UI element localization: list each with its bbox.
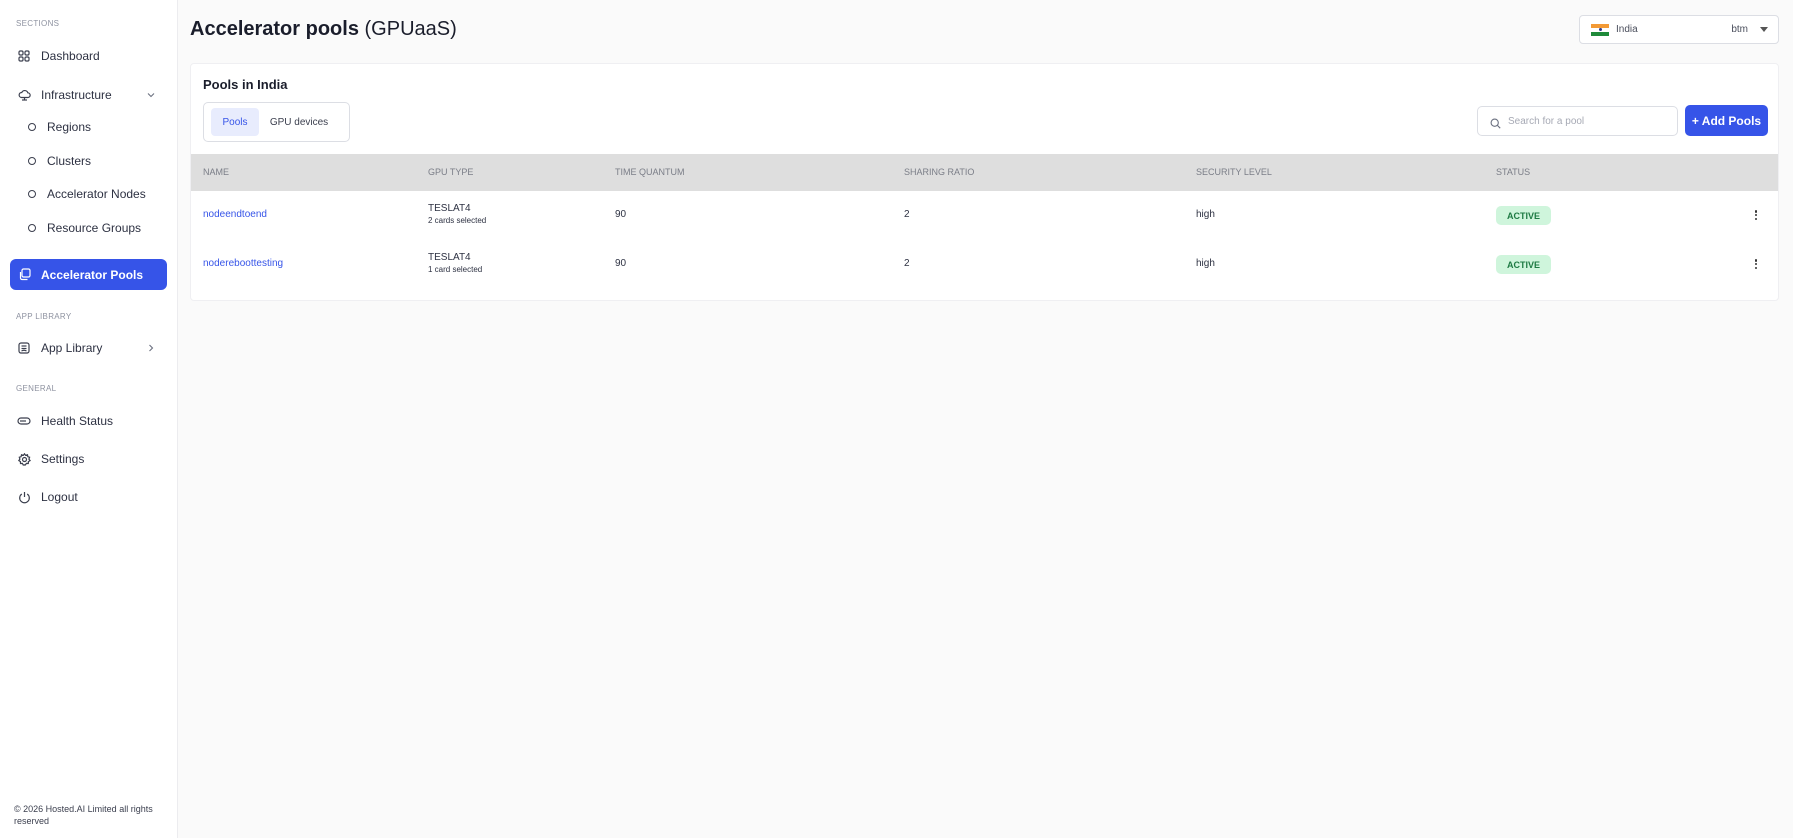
pools-card: Pools in India Pools GPU devices + Add P…	[190, 63, 1779, 301]
sidebar-item-settings[interactable]: Settings	[10, 444, 167, 474]
sidebar-subitem-label: Clusters	[47, 154, 92, 168]
time-quantum: 90	[615, 209, 627, 220]
circle-icon	[28, 157, 36, 165]
table-header: NAME GPU TYPE TIME QUANTUM SHARING RATIO…	[191, 154, 1778, 191]
table-row: nodereboottesting TESLAT4 1 card selecte…	[191, 240, 1778, 289]
circle-icon	[28, 123, 36, 131]
sidebar-item-accelerator-pools[interactable]: Accelerator Pools	[10, 259, 167, 290]
search-box	[1477, 106, 1678, 136]
status-badge: ACTIVE	[1496, 255, 1551, 274]
sidebar: SECTIONS Dashboard Infrastructure Region…	[0, 0, 178, 838]
grid-icon	[17, 49, 31, 63]
gpu-type: TESLAT4	[428, 203, 471, 214]
tab-pools[interactable]: Pools	[211, 108, 259, 136]
gpu-type-cell: TESLAT4 1 card selected	[428, 252, 482, 274]
time-quantum: 90	[615, 258, 627, 269]
search-input[interactable]	[1508, 115, 1668, 127]
add-pools-button[interactable]: + Add Pools	[1685, 105, 1768, 136]
column-header-sharing-ratio: SHARING RATIO	[904, 167, 975, 177]
page-title-suffix: (GPUaaS)	[358, 18, 457, 40]
security-level: high	[1196, 209, 1215, 220]
gear-icon	[17, 452, 31, 466]
layers-icon	[17, 268, 31, 282]
pool-name-link[interactable]: nodereboottesting	[203, 258, 283, 269]
sections-label: SECTIONS	[16, 19, 60, 28]
caret-down-icon	[1760, 27, 1768, 32]
sharing-ratio: 2	[904, 258, 910, 269]
sidebar-item-label: Accelerator Pools	[41, 267, 144, 282]
sidebar-item-infrastructure[interactable]: Infrastructure	[10, 80, 167, 110]
sidebar-subitem-regions[interactable]: Regions	[28, 115, 91, 139]
row-actions-icon[interactable]	[1751, 208, 1761, 222]
column-header-gpu-type: GPU TYPE	[428, 167, 474, 177]
column-header-security-level: SECURITY LEVEL	[1196, 167, 1272, 177]
sidebar-subitem-accelerator-nodes[interactable]: Accelerator Nodes	[28, 182, 146, 206]
chevron-down-icon	[145, 89, 157, 101]
region-sub: btm	[1731, 24, 1748, 35]
library-icon	[17, 341, 31, 355]
sidebar-subitem-clusters[interactable]: Clusters	[28, 149, 91, 173]
gpu-cards-selected: 2 cards selected	[428, 216, 487, 225]
sidebar-subitem-label: Regions	[47, 120, 92, 134]
chevron-right-icon	[145, 342, 157, 354]
region-select[interactable]: India btm	[1579, 15, 1779, 44]
column-header-status: STATUS	[1496, 167, 1531, 177]
table-row: nodeendtoend TESLAT4 2 cards selected 90…	[191, 191, 1778, 240]
sidebar-item-dashboard[interactable]: Dashboard	[10, 41, 167, 71]
sidebar-item-label: App Library	[41, 341, 103, 355]
india-flag-icon	[1591, 23, 1609, 36]
circle-icon	[28, 224, 36, 232]
gpu-cards-selected: 1 card selected	[428, 265, 483, 274]
circle-icon	[28, 190, 36, 198]
sidebar-subitem-label: Accelerator Nodes	[47, 187, 146, 201]
general-label: GENERAL	[16, 384, 57, 393]
security-level: high	[1196, 258, 1215, 269]
gpu-type: TESLAT4	[428, 252, 471, 263]
status-badge: ACTIVE	[1496, 206, 1551, 225]
sidebar-item-health-status[interactable]: Health Status	[10, 406, 167, 436]
tab-group: Pools GPU devices	[203, 102, 350, 142]
column-header-time-quantum: TIME QUANTUM	[615, 167, 685, 177]
sidebar-item-app-library[interactable]: App Library	[10, 333, 167, 363]
page-title: Accelerator pools (GPUaaS)	[190, 18, 457, 41]
health-icon	[17, 414, 31, 428]
sidebar-item-label: Infrastructure	[41, 88, 112, 102]
page-title-main: Accelerator pools	[190, 18, 359, 40]
sidebar-item-label: Health Status	[41, 414, 114, 428]
copyright-footer: © 2026 Hosted.AI Limited all rights rese…	[14, 804, 153, 826]
row-actions-icon[interactable]	[1751, 257, 1761, 271]
power-icon	[17, 490, 31, 504]
sidebar-item-label: Settings	[41, 452, 85, 466]
sidebar-subitem-label: Resource Groups	[47, 221, 142, 235]
tab-gpu-devices[interactable]: GPU devices	[260, 108, 338, 136]
search-icon	[1490, 116, 1501, 129]
sidebar-item-logout[interactable]: Logout	[10, 482, 167, 512]
card-title: Pools in India	[203, 77, 288, 92]
app-library-label: APP LIBRARY	[16, 312, 72, 321]
gpu-type-cell: TESLAT4 2 cards selected	[428, 203, 486, 225]
sidebar-item-label: Logout	[41, 490, 78, 504]
region-name: India	[1616, 24, 1638, 35]
pool-name-link[interactable]: nodeendtoend	[203, 209, 267, 220]
sidebar-subitem-resource-groups[interactable]: Resource Groups	[28, 216, 141, 240]
sharing-ratio: 2	[904, 209, 910, 220]
cloud-icon	[17, 88, 31, 102]
column-header-name: NAME	[203, 167, 230, 177]
sidebar-item-label: Dashboard	[41, 49, 100, 63]
